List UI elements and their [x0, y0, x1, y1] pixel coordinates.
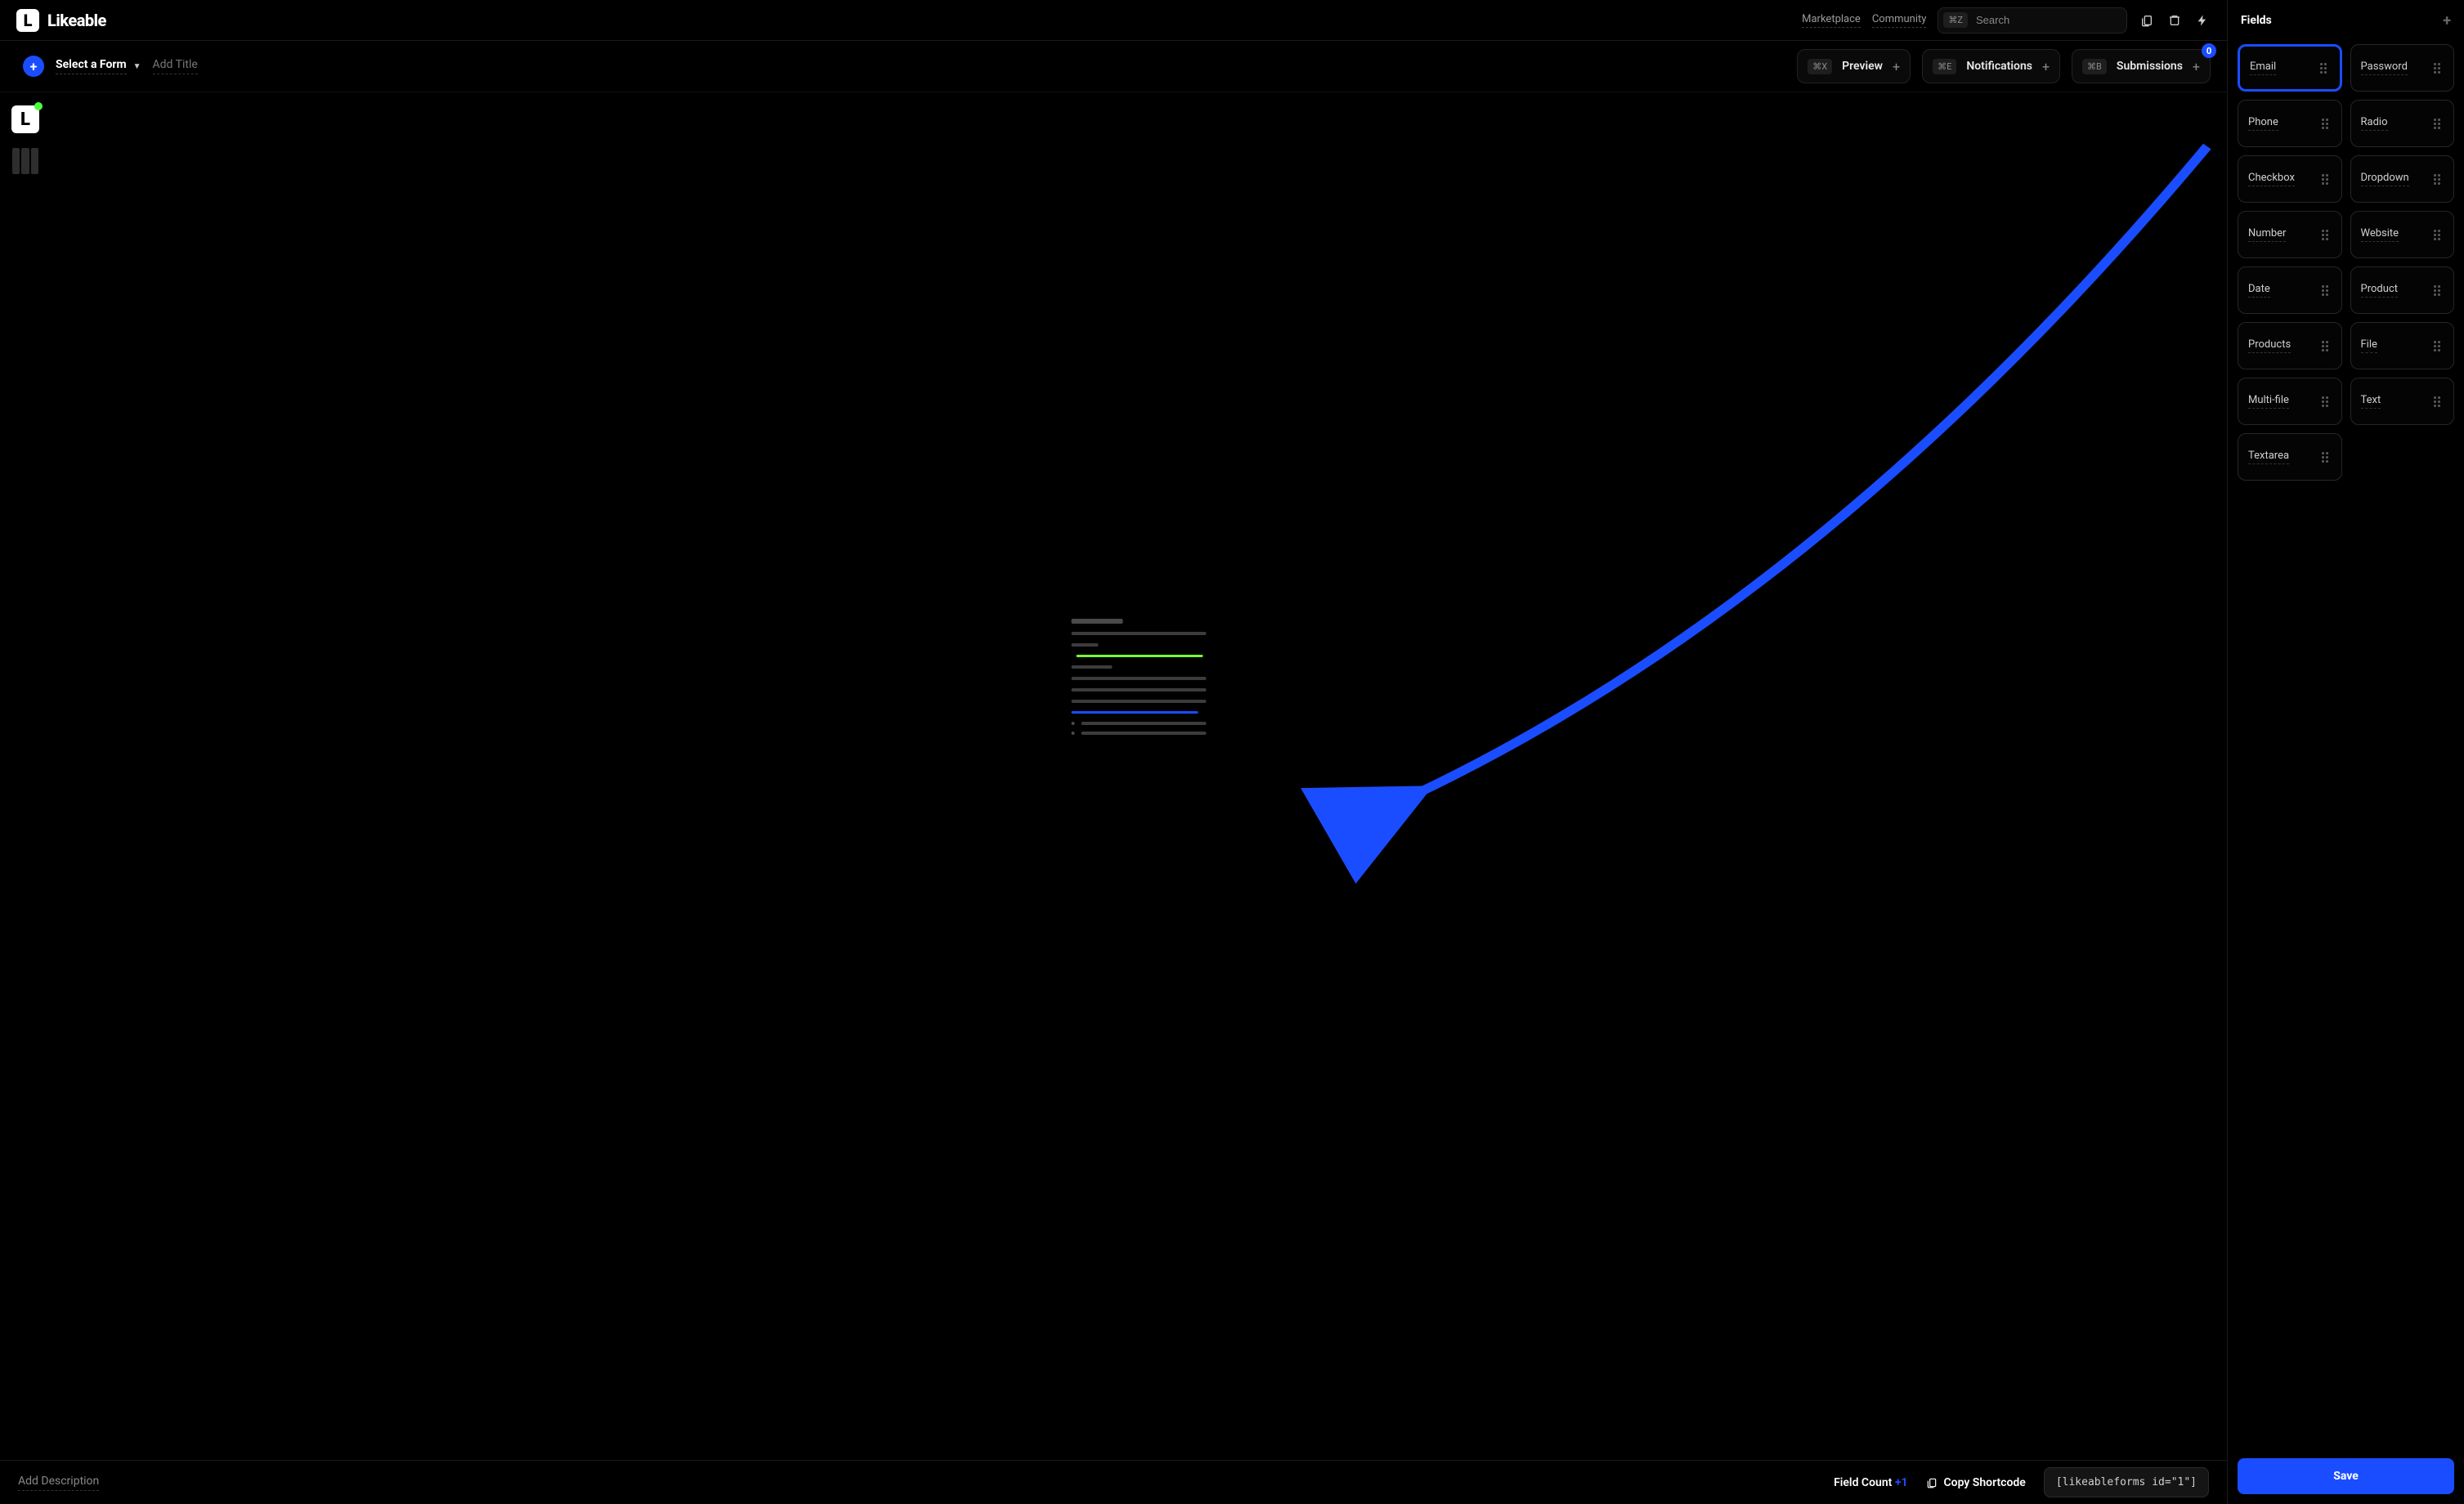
drag-handle-icon[interactable] — [2322, 396, 2332, 406]
tab-label: Notifications — [1966, 60, 2032, 73]
field-card-multi-file[interactable]: Multi-file — [2238, 378, 2342, 425]
field-card-label: Phone — [2248, 116, 2278, 131]
title-input[interactable]: Add Title — [153, 58, 198, 74]
select-form-dropdown[interactable]: Select a Form ▼ — [56, 58, 141, 74]
search-input[interactable] — [1976, 14, 2120, 26]
field-card-products[interactable]: Products — [2238, 322, 2342, 369]
search-shortcut: ⌘Z — [1943, 12, 1968, 28]
field-card-radio[interactable]: Radio — [2350, 100, 2455, 147]
save-button[interactable]: Save — [2238, 1458, 2454, 1494]
subheader: + Select a Form ▼ Add Title ⌘X Preview +… — [0, 41, 2227, 92]
drag-handle-icon[interactable] — [2434, 119, 2444, 128]
field-card-label: Dropdown — [2361, 172, 2409, 186]
field-card-dropdown[interactable]: Dropdown — [2350, 155, 2455, 203]
shortcode-value[interactable]: [likeableforms id="1"] — [2044, 1467, 2209, 1497]
top-header: L Likeable Marketplace Community ⌘Z — [0, 0, 2227, 41]
tab-shortcut: ⌘X — [1808, 59, 1832, 74]
drag-handle-icon[interactable] — [2434, 341, 2444, 351]
field-card-label: Number — [2248, 227, 2286, 242]
field-count: Field Count +1 — [1834, 1476, 1907, 1489]
field-card-website[interactable]: Website — [2350, 211, 2455, 258]
field-count-value: +1 — [1895, 1476, 1908, 1489]
field-card-checkbox[interactable]: Checkbox — [2238, 155, 2342, 203]
field-card-label: File — [2361, 338, 2377, 353]
drag-handle-icon[interactable] — [2434, 63, 2444, 73]
plus-icon[interactable]: + — [2193, 59, 2200, 74]
fields-panel: Fields + Email Password Phone Radio Checkbox… — [2227, 0, 2464, 1504]
tab-notifications[interactable]: ⌘E Notifications + — [1922, 49, 2060, 83]
field-card-label: Multi-file — [2248, 394, 2289, 409]
empty-state-graphic — [1072, 619, 1207, 741]
drag-handle-icon[interactable] — [2322, 285, 2332, 295]
field-card-date[interactable]: Date — [2238, 266, 2342, 314]
form-canvas[interactable] — [51, 92, 2227, 1460]
add-form-button[interactable]: + — [23, 56, 44, 77]
left-rail: L — [0, 92, 51, 1460]
field-card-label: Password — [2361, 60, 2408, 75]
copy-shortcode-label: Copy Shortcode — [1944, 1476, 2026, 1489]
tab-label: Preview — [1842, 60, 1883, 73]
tab-submissions[interactable]: ⌘B Submissions + 0 — [2072, 49, 2211, 83]
tab-preview[interactable]: ⌘X Preview + — [1797, 49, 1911, 83]
footer: Add Description Field Count +1 Copy Shor… — [0, 1460, 2227, 1504]
drag-handle-icon[interactable] — [2434, 230, 2444, 239]
field-card-label: Products — [2248, 338, 2291, 353]
field-card-label: Date — [2248, 283, 2270, 298]
tab-shortcut: ⌘E — [1933, 59, 1956, 74]
field-card-textarea[interactable]: Textarea — [2238, 433, 2342, 481]
plus-icon[interactable]: + — [2042, 59, 2050, 74]
drag-handle-icon[interactable] — [2434, 285, 2444, 295]
field-card-number[interactable]: Number — [2238, 211, 2342, 258]
field-card-email[interactable]: Email — [2238, 44, 2342, 92]
select-form-label: Select a Form — [56, 58, 127, 74]
search-box[interactable]: ⌘Z — [1938, 7, 2127, 34]
add-field-button[interactable]: + — [2443, 12, 2451, 29]
field-card-label: Email — [2250, 60, 2276, 75]
field-card-file[interactable]: File — [2350, 322, 2455, 369]
copy-icon — [1926, 1477, 1938, 1488]
field-card-password[interactable]: Password — [2350, 44, 2455, 92]
brand-name: Likeable — [47, 11, 106, 30]
nav-community[interactable]: Community — [1872, 13, 1927, 28]
field-card-label: Checkbox — [2248, 172, 2295, 186]
onboarding-arrow — [51, 92, 2227, 1460]
drag-handle-icon[interactable] — [2322, 174, 2332, 184]
plus-icon[interactable]: + — [1893, 59, 1900, 74]
clipboard-icon[interactable] — [2139, 12, 2155, 29]
description-input[interactable]: Add Description — [18, 1475, 99, 1491]
tab-shortcut: ⌘B — [2082, 59, 2107, 74]
chevron-down-icon: ▼ — [133, 62, 141, 71]
field-card-label: Radio — [2361, 116, 2388, 131]
field-count-label: Field Count — [1834, 1476, 1892, 1489]
field-card-label: Text — [2361, 394, 2381, 409]
field-card-product[interactable]: Product — [2350, 266, 2455, 314]
field-card-phone[interactable]: Phone — [2238, 100, 2342, 147]
copy-shortcode-button[interactable]: Copy Shortcode — [1926, 1476, 2026, 1489]
nav-marketplace[interactable]: Marketplace — [1802, 13, 1861, 28]
field-card-label: Website — [2361, 227, 2399, 242]
field-card-text[interactable]: Text — [2350, 378, 2455, 425]
brand[interactable]: L Likeable — [16, 9, 106, 32]
field-card-label: Product — [2361, 283, 2398, 298]
drag-handle-icon[interactable] — [2320, 63, 2330, 73]
drag-handle-icon[interactable] — [2322, 230, 2332, 239]
drag-handle-icon[interactable] — [2322, 119, 2332, 128]
logo-icon: L — [16, 9, 39, 32]
drag-handle-icon[interactable] — [2322, 452, 2332, 462]
drag-handle-icon[interactable] — [2434, 174, 2444, 184]
trash-icon[interactable] — [2166, 12, 2183, 29]
drag-handle-icon[interactable] — [2434, 396, 2444, 406]
submissions-count-badge: 0 — [2202, 43, 2216, 58]
rail-app-icon[interactable]: L — [11, 105, 39, 133]
field-card-label: Textarea — [2248, 450, 2289, 464]
panel-title: Fields — [2241, 14, 2272, 27]
bolt-icon[interactable] — [2194, 12, 2211, 29]
drag-handle-icon[interactable] — [2322, 341, 2332, 351]
tab-label: Submissions — [2117, 60, 2183, 73]
rail-layout-icon[interactable] — [12, 148, 38, 174]
